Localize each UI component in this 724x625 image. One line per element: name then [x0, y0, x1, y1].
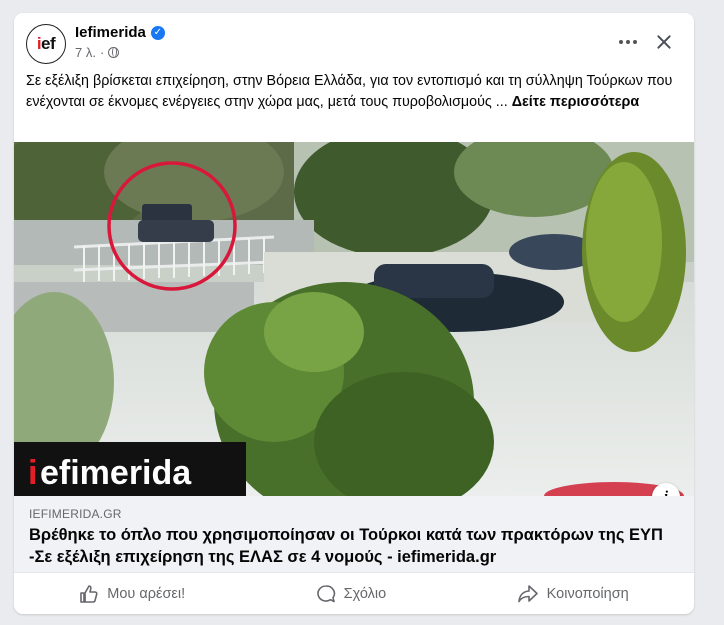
- post-card: i ef Iefimerida ✓ 7 λ. · Σε εξέλιξη βρίσκ…: [14, 13, 694, 614]
- cctv-street-scene: i efimerida: [14, 142, 694, 496]
- page-avatar[interactable]: i ef: [26, 24, 66, 64]
- more-options-icon[interactable]: [614, 30, 642, 54]
- watermark-i: i: [28, 454, 37, 492]
- post-meta: 7 λ. ·: [75, 45, 120, 60]
- like-label: Μου αρέσει!: [107, 585, 186, 602]
- comment-icon: [316, 584, 335, 602]
- comment-button[interactable]: Σχόλιο: [300, 578, 403, 610]
- link-source: IEFIMERIDA.GR: [29, 507, 122, 521]
- avatar-letters-ef: ef: [41, 34, 56, 53]
- page-name[interactable]: Iefimerida ✓: [75, 24, 165, 41]
- like-button[interactable]: Μου αρέσει!: [63, 578, 201, 610]
- post-timestamp[interactable]: 7 λ.: [75, 45, 96, 60]
- verified-badge-icon: ✓: [150, 25, 165, 40]
- meta-separator: ·: [99, 45, 105, 60]
- post-image[interactable]: i efimerida: [14, 142, 694, 496]
- see-more-link[interactable]: Δείτε περισσότερα: [512, 94, 639, 110]
- close-icon[interactable]: [652, 30, 676, 54]
- share-button[interactable]: Κοινοποίηση: [501, 578, 645, 610]
- comment-label: Σχόλιο: [343, 585, 387, 602]
- share-arrow-icon: [517, 584, 538, 602]
- watermark-text: efimerida: [40, 454, 192, 492]
- action-bar: Μου αρέσει! Σχόλιο Κοινοποίηση: [14, 572, 694, 614]
- globe-icon: [108, 47, 120, 58]
- thumbs-up-icon: [80, 584, 98, 603]
- share-label: Κοινοποίηση: [546, 585, 629, 602]
- post-header: i ef Iefimerida ✓ 7 λ. ·: [14, 13, 694, 73]
- link-title[interactable]: Βρέθηκε το όπλο που χρησιμοποίησαν οι Το…: [29, 524, 669, 568]
- page-name-text[interactable]: Iefimerida: [75, 24, 146, 41]
- post-text: Σε εξέλιξη βρίσκεται επιχείρηση, στην Βό…: [26, 71, 686, 113]
